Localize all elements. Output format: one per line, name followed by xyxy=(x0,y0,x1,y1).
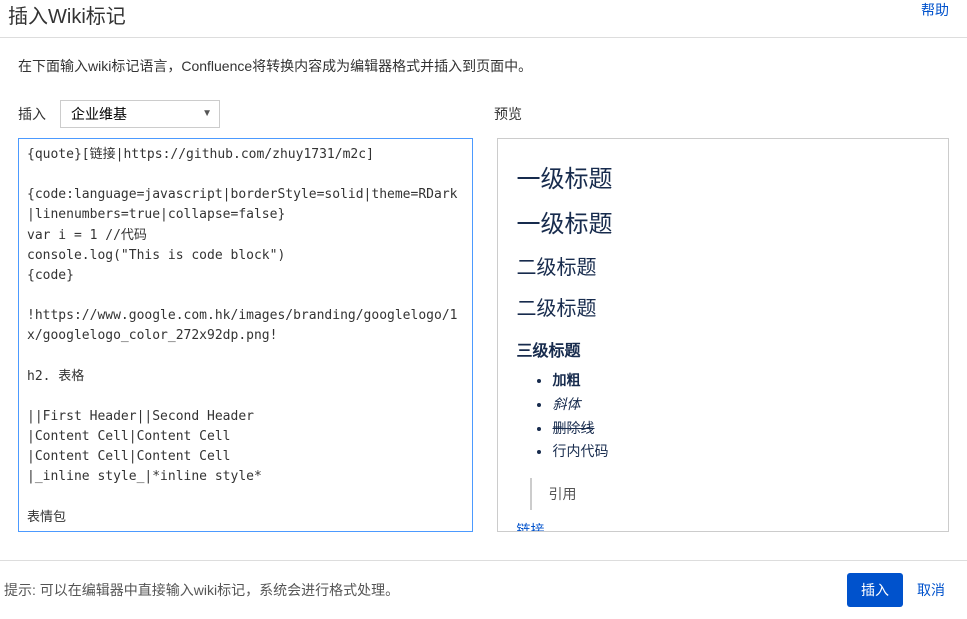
dialog-title: 插入Wiki标记 xyxy=(8,0,126,29)
bold-text: 加粗 xyxy=(552,372,580,388)
insert-label: 插入 xyxy=(18,104,46,124)
preview-h2: 二级标题 xyxy=(516,251,930,280)
dialog-footer: 提示: 可以在编辑器中直接输入wiki标记，系统会进行格式处理。 插入 取消 xyxy=(0,560,967,619)
help-link[interactable]: 帮助 xyxy=(921,0,949,20)
preview-h2: 二级标题 xyxy=(516,292,930,321)
preview-link[interactable]: 链接 xyxy=(516,522,544,532)
controls-row: 插入 企业维基 ▼ 预览 xyxy=(18,100,949,128)
list-item: 行内代码 xyxy=(552,440,930,464)
list-item: 斜体 xyxy=(552,393,930,417)
preview-h1: 一级标题 xyxy=(516,204,930,239)
preview-list: 加粗 斜体 删除线 行内代码 xyxy=(552,369,930,464)
cancel-button[interactable]: 取消 xyxy=(913,573,949,607)
strike-text: 删除线 xyxy=(552,420,594,436)
preview-label: 预览 xyxy=(494,104,522,124)
wiki-markup-dialog: 插入Wiki标记 帮助 在下面输入wiki标记语言，Confluence将转换内… xyxy=(0,0,967,619)
markup-type-select[interactable]: 企业维基 xyxy=(60,100,220,128)
markup-type-select-wrap: 企业维基 ▼ xyxy=(60,100,220,128)
insert-button[interactable]: 插入 xyxy=(847,573,903,607)
dialog-header: 插入Wiki标记 帮助 xyxy=(0,0,967,37)
preview-h1: 一级标题 xyxy=(516,159,930,194)
preview-h3: 三级标题 xyxy=(516,337,930,361)
blockquote: 引用 xyxy=(530,478,930,510)
preview-pane[interactable]: 一级标题 一级标题 二级标题 二级标题 三级标题 加粗 斜体 删除线 行内代码 … xyxy=(497,138,949,532)
markup-input[interactable] xyxy=(18,138,473,532)
description-text: 在下面输入wiki标记语言，Confluence将转换内容成为编辑器格式并插入到… xyxy=(18,56,949,76)
inline-code-text: 行内代码 xyxy=(552,443,608,459)
italic-text: 斜体 xyxy=(552,396,580,412)
quote-text: 引用 xyxy=(548,486,576,502)
list-item: 删除线 xyxy=(552,417,930,441)
hint-text: 提示: 可以在编辑器中直接输入wiki标记，系统会进行格式处理。 xyxy=(4,580,847,600)
dialog-body: 在下面输入wiki标记语言，Confluence将转换内容成为编辑器格式并插入到… xyxy=(0,38,967,550)
panes-container: 一级标题 一级标题 二级标题 二级标题 三级标题 加粗 斜体 删除线 行内代码 … xyxy=(18,138,949,550)
list-item: 加粗 xyxy=(552,369,930,393)
